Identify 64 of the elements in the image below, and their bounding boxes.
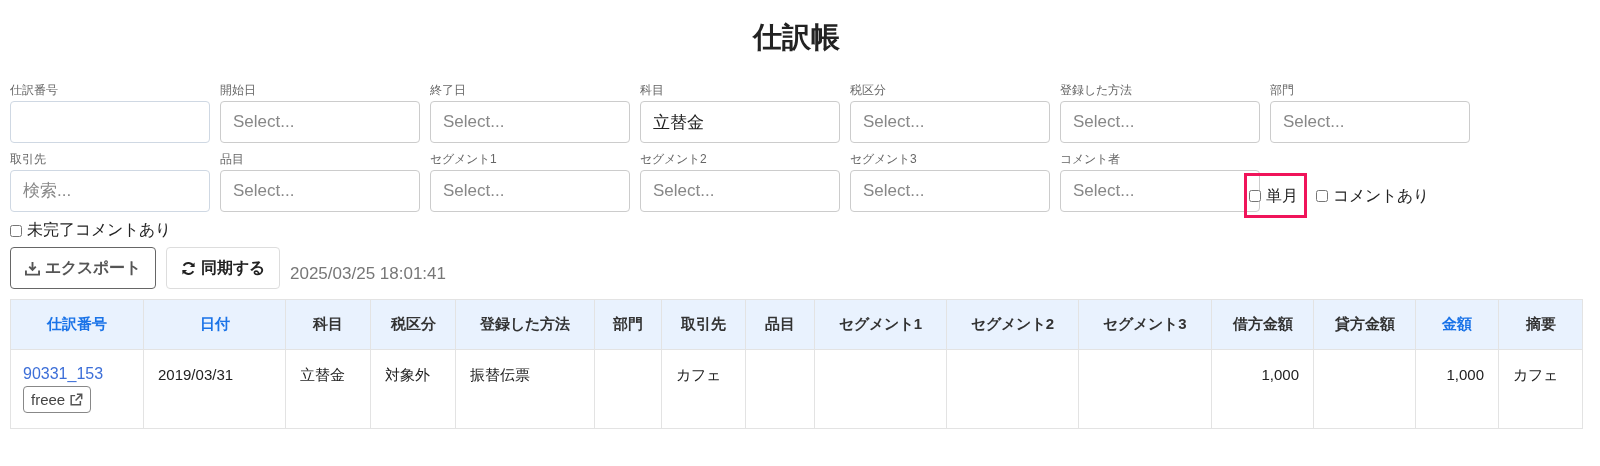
field-label: 終了日 bbox=[430, 82, 466, 99]
column-header: 登録した方法 bbox=[455, 299, 595, 350]
checkbox-label: コメントあり bbox=[1333, 185, 1429, 206]
input-field[interactable] bbox=[10, 101, 210, 143]
field-label: 税区分 bbox=[850, 82, 886, 99]
export-button[interactable]: エクスポート bbox=[10, 247, 156, 289]
field-label: 科目 bbox=[640, 82, 664, 99]
select-field[interactable]: Select... bbox=[1060, 101, 1260, 143]
table-cell: 立替金 bbox=[300, 366, 345, 383]
field-label: 取引先 bbox=[10, 151, 46, 168]
field-label: 品目 bbox=[220, 151, 244, 168]
column-header: 品目 bbox=[745, 299, 815, 350]
checkbox-label: 未完了コメントあり bbox=[27, 220, 171, 240]
column-header: セグメント1 bbox=[814, 299, 947, 350]
column-header[interactable]: 仕訳番号 bbox=[10, 299, 144, 350]
column-header: 取引先 bbox=[661, 299, 746, 350]
column-header[interactable]: 日付 bbox=[143, 299, 286, 350]
column-header: 貸方金額 bbox=[1313, 299, 1416, 350]
column-header: 科目 bbox=[285, 299, 371, 350]
column-header[interactable]: 金額 bbox=[1415, 299, 1499, 350]
select-field[interactable]: Select... bbox=[640, 170, 840, 212]
page-title: 仕訳帳 bbox=[751, 20, 841, 55]
field-label: セグメント1 bbox=[430, 151, 497, 168]
table-cell: カフェ bbox=[1513, 366, 1558, 383]
input-field[interactable]: 検索... bbox=[10, 170, 210, 212]
sync-timestamp: 2025/03/25 18:01:41 bbox=[290, 264, 446, 284]
field-label: 開始日 bbox=[220, 82, 256, 99]
field-label: 部門 bbox=[1270, 82, 1294, 99]
external-link-button[interactable]: freee bbox=[23, 386, 92, 413]
table-cell: 対象外 bbox=[385, 366, 430, 383]
select-field[interactable]: Select... bbox=[850, 170, 1050, 212]
column-header: 部門 bbox=[594, 299, 662, 350]
select-field[interactable]: Select... bbox=[850, 101, 1050, 143]
table-cell: 1,000 bbox=[1446, 366, 1484, 383]
field-label: 仕訳番号 bbox=[10, 82, 58, 99]
refresh-icon bbox=[181, 260, 196, 276]
column-header: セグメント3 bbox=[1078, 299, 1212, 350]
field-label: 登録した方法 bbox=[1060, 82, 1132, 99]
checkbox[interactable] bbox=[1316, 190, 1328, 202]
table-cell: 1,000 bbox=[1261, 366, 1299, 383]
column-header: セグメント2 bbox=[946, 299, 1079, 350]
select-field[interactable]: Select... bbox=[1060, 170, 1260, 212]
table-cell: カフェ bbox=[676, 366, 721, 383]
select-field[interactable]: Select... bbox=[220, 101, 420, 143]
column-header: 摘要 bbox=[1498, 299, 1583, 350]
sync-button[interactable]: 同期する bbox=[166, 247, 280, 289]
select-field[interactable]: 立替金 bbox=[640, 101, 840, 143]
field-label: コメント者 bbox=[1060, 151, 1120, 168]
field-label: セグメント3 bbox=[850, 151, 917, 168]
select-field[interactable]: Select... bbox=[1270, 101, 1470, 143]
column-header: 借方金額 bbox=[1211, 299, 1314, 350]
table-cell: 振替伝票 bbox=[470, 366, 530, 383]
select-field[interactable]: Select... bbox=[430, 101, 630, 143]
column-header: 税区分 bbox=[370, 299, 456, 350]
table-cell: 2019/03/31 bbox=[158, 366, 234, 383]
download-icon bbox=[25, 260, 40, 276]
field-label: セグメント2 bbox=[640, 151, 707, 168]
select-field[interactable]: Select... bbox=[220, 170, 420, 212]
select-field[interactable]: Select... bbox=[430, 170, 630, 212]
checkbox-label: 単月 bbox=[1266, 185, 1298, 206]
entry-link[interactable]: 90331_153 bbox=[23, 365, 104, 383]
checkbox[interactable] bbox=[1249, 190, 1261, 202]
external-link-icon bbox=[69, 392, 84, 407]
checkbox[interactable] bbox=[10, 224, 22, 237]
